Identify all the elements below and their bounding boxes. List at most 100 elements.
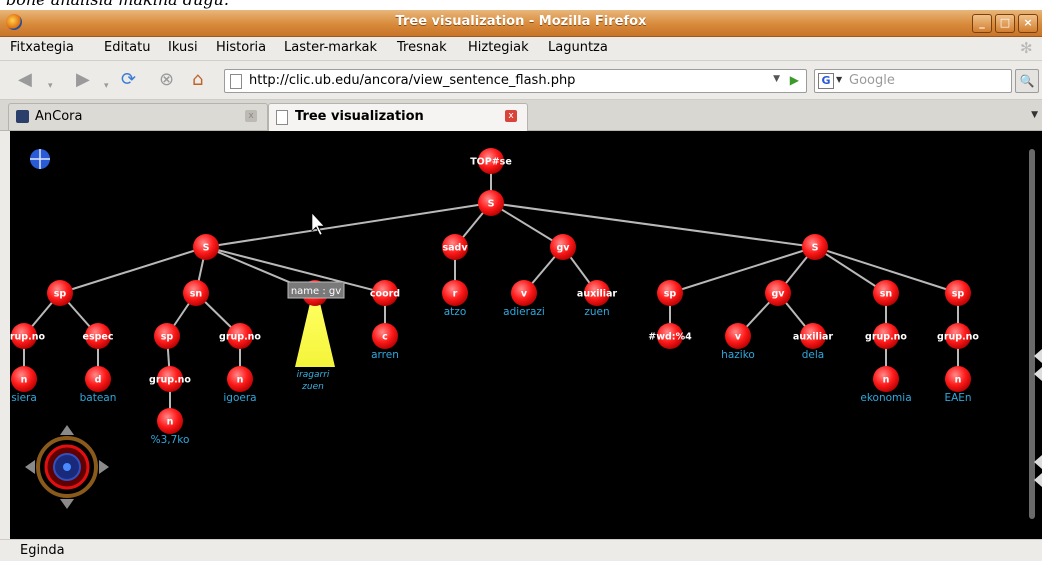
- tree-node-label: gv: [772, 289, 786, 300]
- tree-canvas[interactable]: TOP#se S Ssadv gv Ssp sn coord grup.no espec n sie…: [10, 131, 1042, 539]
- reload-icon[interactable]: ⟳: [121, 70, 136, 90]
- tree-edge: [59, 246, 207, 294]
- tree-leaf-word: atzo: [444, 306, 467, 318]
- tree-node-label: grup.no: [219, 332, 261, 343]
- tree-leaf-word: batean: [80, 392, 117, 404]
- tree-node[interactable]: S: [193, 234, 219, 260]
- tree-node[interactable]: c arren: [371, 323, 399, 361]
- tree-node[interactable]: v adierazi: [503, 280, 545, 318]
- tree-node[interactable]: d batean: [80, 366, 117, 404]
- tree-node-label: n: [21, 375, 28, 386]
- window-titlebar: Tree visualization - Mozilla Firefox _ □…: [0, 10, 1042, 37]
- back-icon[interactable]: ◀: [18, 70, 32, 90]
- compass-icon[interactable]: [30, 149, 50, 169]
- tree-node[interactable]: S: [802, 234, 828, 260]
- pan-left-icon[interactable]: [25, 460, 35, 474]
- menu-tools[interactable]: Tresnak: [397, 40, 447, 55]
- throbber-icon: ✻: [1020, 39, 1033, 57]
- tree-node[interactable]: n %3,7ko: [151, 408, 190, 446]
- tree-node[interactable]: grup.no: [149, 366, 191, 392]
- menu-view[interactable]: Ikusi: [168, 40, 198, 55]
- tree-node[interactable]: espec: [83, 323, 114, 349]
- stop-icon[interactable]: ⊗: [159, 70, 174, 90]
- search-placeholder[interactable]: Google: [849, 73, 895, 88]
- menu-dictionaries[interactable]: Hiztegiak: [468, 40, 529, 55]
- home-icon[interactable]: ⌂: [192, 70, 203, 90]
- tree-node-label: sn: [190, 289, 203, 300]
- url-bar[interactable]: http://clic.ub.edu/ancora/view_sentence_…: [224, 69, 807, 93]
- tab-label: AnCora: [35, 109, 83, 124]
- caption-text: bone analisia makina dugu.: [6, 0, 229, 9]
- tab-tree-visualization[interactable]: Tree visualization x: [268, 103, 528, 131]
- menu-edit[interactable]: Editatu: [104, 40, 150, 55]
- go-icon[interactable]: ▶: [790, 73, 799, 87]
- url-dropdown-icon[interactable]: ▼: [773, 74, 780, 84]
- tree-node[interactable]: n igoera: [223, 366, 257, 404]
- tree-node-label: sp: [664, 289, 677, 300]
- search-icon[interactable]: 🔍: [1015, 69, 1039, 93]
- menu-history[interactable]: Historia: [216, 40, 266, 55]
- tree-leaf-word: ekonomia: [860, 392, 911, 404]
- tree-node[interactable]: sn: [183, 280, 209, 306]
- tree-node[interactable]: S: [478, 190, 504, 216]
- tree-edge: [490, 202, 816, 248]
- tooltip-text: name : gv: [291, 286, 341, 297]
- tree-node[interactable]: sp: [945, 280, 971, 306]
- flash-scrollbar[interactable]: [1029, 149, 1042, 519]
- forward-icon[interactable]: ▶: [76, 70, 90, 90]
- minimize-button[interactable]: _: [972, 14, 992, 33]
- tree-node[interactable]: sp: [154, 323, 180, 349]
- back-dropdown-icon[interactable]: ▾: [48, 76, 53, 96]
- tree-node[interactable]: #wd:%4: [648, 323, 692, 349]
- tree-node[interactable]: sp: [47, 280, 73, 306]
- tree-node[interactable]: TOP#se: [470, 148, 512, 174]
- tree-node[interactable]: n ekonomia: [860, 366, 912, 404]
- left-margin: [0, 131, 10, 539]
- tree-node[interactable]: grup.no: [865, 323, 907, 349]
- tree-node[interactable]: gv: [765, 280, 791, 306]
- tree-node[interactable]: coord: [370, 280, 400, 306]
- close-tab-icon[interactable]: x: [245, 110, 257, 122]
- tree-node[interactable]: sadv: [442, 234, 468, 260]
- tree-node[interactable]: sp: [657, 280, 683, 306]
- tree-node-label: n: [955, 375, 962, 386]
- tree-node[interactable]: grup.no: [937, 323, 979, 349]
- menu-help[interactable]: Laguntza: [548, 40, 608, 55]
- status-text: Eginda: [20, 543, 65, 558]
- google-engine-icon[interactable]: G: [818, 73, 834, 89]
- pan-down-icon[interactable]: [60, 499, 74, 509]
- tree-node-label: n: [883, 375, 890, 386]
- close-tab-icon[interactable]: x: [505, 110, 517, 122]
- tree-node[interactable]: auxiliar zuen: [577, 280, 617, 318]
- tree-node[interactable]: v haziko: [721, 323, 755, 361]
- tree-node-label: grup.no: [937, 332, 979, 343]
- tree-node[interactable]: n EAEn: [944, 366, 972, 404]
- flash-tree-viewer[interactable]: TOP#se S Ssadv gv Ssp sn coord grup.no espec n sie…: [10, 131, 1042, 539]
- url-text[interactable]: http://clic.ub.edu/ancora/view_sentence_…: [249, 73, 575, 88]
- window-controls: _ □ ×: [972, 14, 1038, 33]
- engine-dropdown-icon[interactable]: ▼: [836, 75, 842, 84]
- tree-node[interactable]: auxiliar dela: [793, 323, 833, 361]
- tree-node-label: #wd:%4: [648, 332, 692, 343]
- maximize-button[interactable]: □: [995, 14, 1015, 33]
- tree-node[interactable]: n siera: [11, 366, 37, 404]
- menu-file[interactable]: Fitxategia: [10, 40, 74, 55]
- pan-zoom-control[interactable]: [25, 425, 109, 509]
- tree-node[interactable]: grup.no: [219, 323, 261, 349]
- tree-node[interactable]: grup.no: [10, 323, 45, 349]
- tree-node[interactable]: sn: [873, 280, 899, 306]
- menu-bookmarks[interactable]: Laster-markak: [284, 40, 377, 55]
- selected-word-2: zuen: [301, 382, 324, 392]
- tab-ancora[interactable]: AnCora x: [8, 103, 268, 130]
- tree-node-label: S: [203, 243, 210, 254]
- tab-list-icon[interactable]: ▼: [1031, 110, 1038, 120]
- pan-up-icon[interactable]: [60, 425, 74, 435]
- tree-leaf-word: arren: [371, 349, 399, 361]
- close-window-button[interactable]: ×: [1018, 14, 1038, 33]
- search-bar[interactable]: G ▼ Google: [814, 69, 1012, 93]
- forward-dropdown-icon[interactable]: ▾: [104, 76, 109, 96]
- pan-right-icon[interactable]: [99, 460, 109, 474]
- tree-node-label: auxiliar: [577, 289, 617, 300]
- tree-node[interactable]: r atzo: [442, 280, 468, 318]
- tree-node[interactable]: gv: [550, 234, 576, 260]
